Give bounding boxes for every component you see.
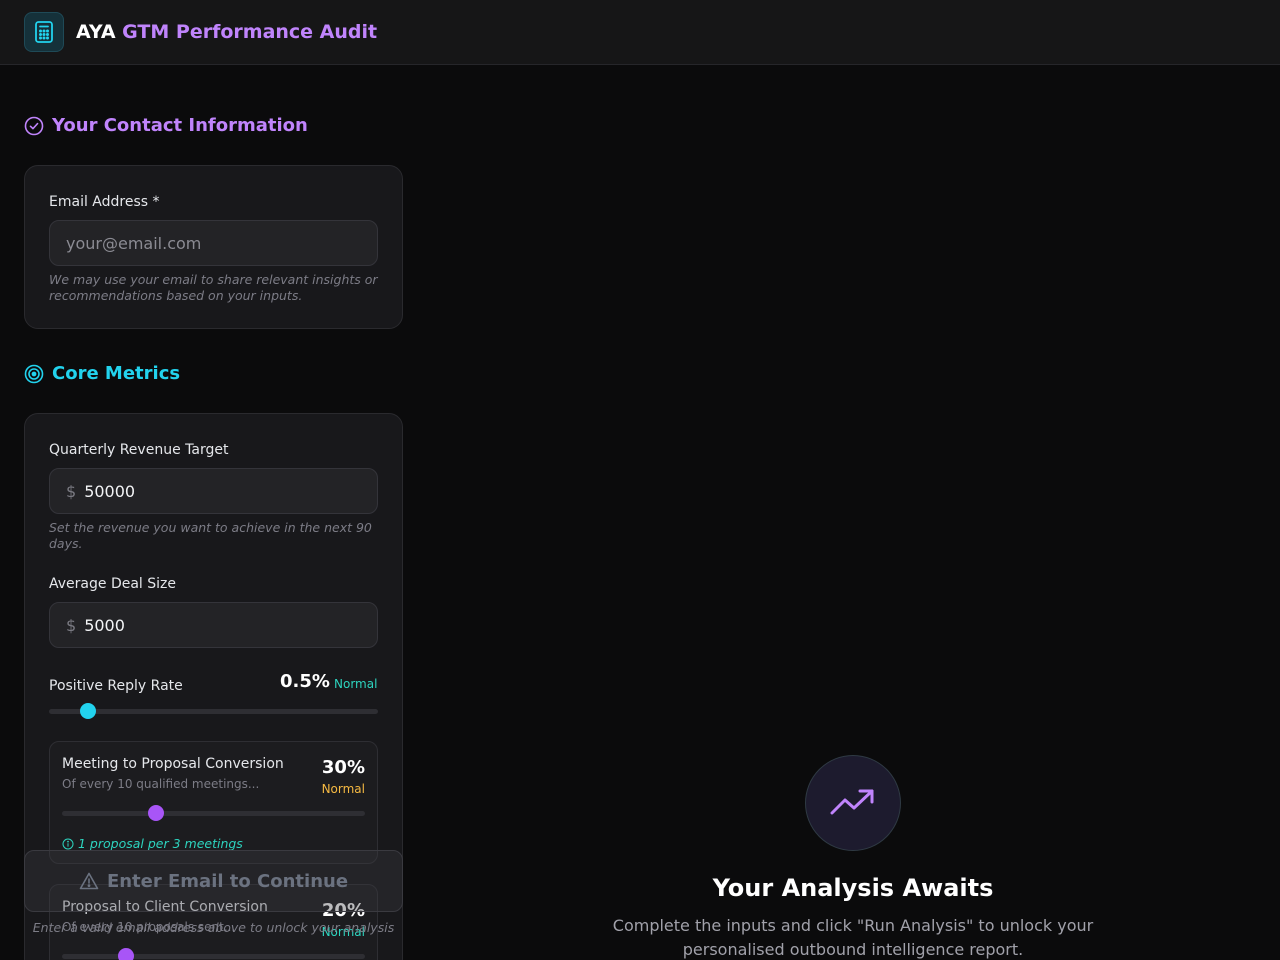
email-label: Email Address * <box>49 194 160 210</box>
email-field[interactable]: your@email.com <box>49 220 378 266</box>
meeting-proposal-slider[interactable] <box>62 811 365 816</box>
cta-hint: Enter a valid email address above to unl… <box>32 920 395 935</box>
reply-rate-value: 0.5% <box>280 671 330 692</box>
info-icon <box>62 838 74 849</box>
metrics-section-label: Core Metrics <box>52 363 181 384</box>
check-circle-icon <box>24 116 44 135</box>
dollar-prefix: $ <box>66 481 77 501</box>
revenue-label: Quarterly Revenue Target <box>49 442 229 458</box>
revenue-value: 50000 <box>84 481 136 501</box>
warning-icon <box>79 872 99 890</box>
meeting-proposal-status: Normal <box>321 782 365 796</box>
revenue-hint: Set the revenue you want to achieve in t… <box>49 520 372 551</box>
deal-size-value: 5000 <box>84 615 125 635</box>
run-analysis-label: Enter Email to Continue <box>106 870 349 892</box>
page-title: GTM Performance Audit <box>122 21 378 43</box>
results-description: Complete the inputs and click "Run Analy… <box>612 916 1094 959</box>
reply-rate-slider-thumb[interactable] <box>80 703 97 719</box>
contact-card: Email Address * your@email.com We may us… <box>24 165 403 329</box>
meeting-proposal-sub: Of every 10 qualified meetings... <box>62 777 260 791</box>
contact-section-label: Your Contact Information <box>52 115 308 136</box>
reply-rate-label: Positive Reply Rate <box>49 678 183 694</box>
deal-size-input[interactable]: $ 5000 <box>49 602 378 648</box>
email-hint: We may use your email to share relevant … <box>49 272 378 303</box>
meeting-proposal-slider-thumb[interactable] <box>147 805 164 821</box>
contact-section-title: Your Contact Information <box>24 115 308 136</box>
meeting-proposal-note-text: 1 proposal per 3 meetings <box>78 836 243 851</box>
app-header: AYA GTM Performance Audit <box>0 0 1280 65</box>
meeting-proposal-note: 1 proposal per 3 meetings <box>62 836 243 851</box>
deal-size-label: Average Deal Size <box>49 576 176 592</box>
brand-name: AYA <box>76 21 116 43</box>
meeting-proposal-label: Meeting to Proposal Conversion <box>62 756 284 772</box>
results-title: Your Analysis Awaits <box>712 874 994 902</box>
meeting-proposal-value: 30% <box>321 757 365 778</box>
metrics-section-title: Core Metrics <box>24 363 180 384</box>
app-title: AYA GTM Performance Audit <box>76 21 377 43</box>
calculator-icon <box>24 12 64 52</box>
reply-rate-slider[interactable] <box>49 709 378 714</box>
proposal-client-slider[interactable] <box>62 954 365 959</box>
target-icon <box>24 364 44 383</box>
meeting-proposal-card: Meeting to Proposal Conversion Of every … <box>49 741 378 864</box>
revenue-input[interactable]: $ 50000 <box>49 468 378 514</box>
trending-up-icon <box>805 755 901 851</box>
dollar-prefix: $ <box>66 615 77 635</box>
reply-rate-status: Normal <box>334 677 378 691</box>
email-placeholder: your@email.com <box>66 233 202 253</box>
run-analysis-button[interactable]: Enter Email to Continue <box>24 850 403 912</box>
proposal-client-slider-thumb[interactable] <box>117 948 134 960</box>
